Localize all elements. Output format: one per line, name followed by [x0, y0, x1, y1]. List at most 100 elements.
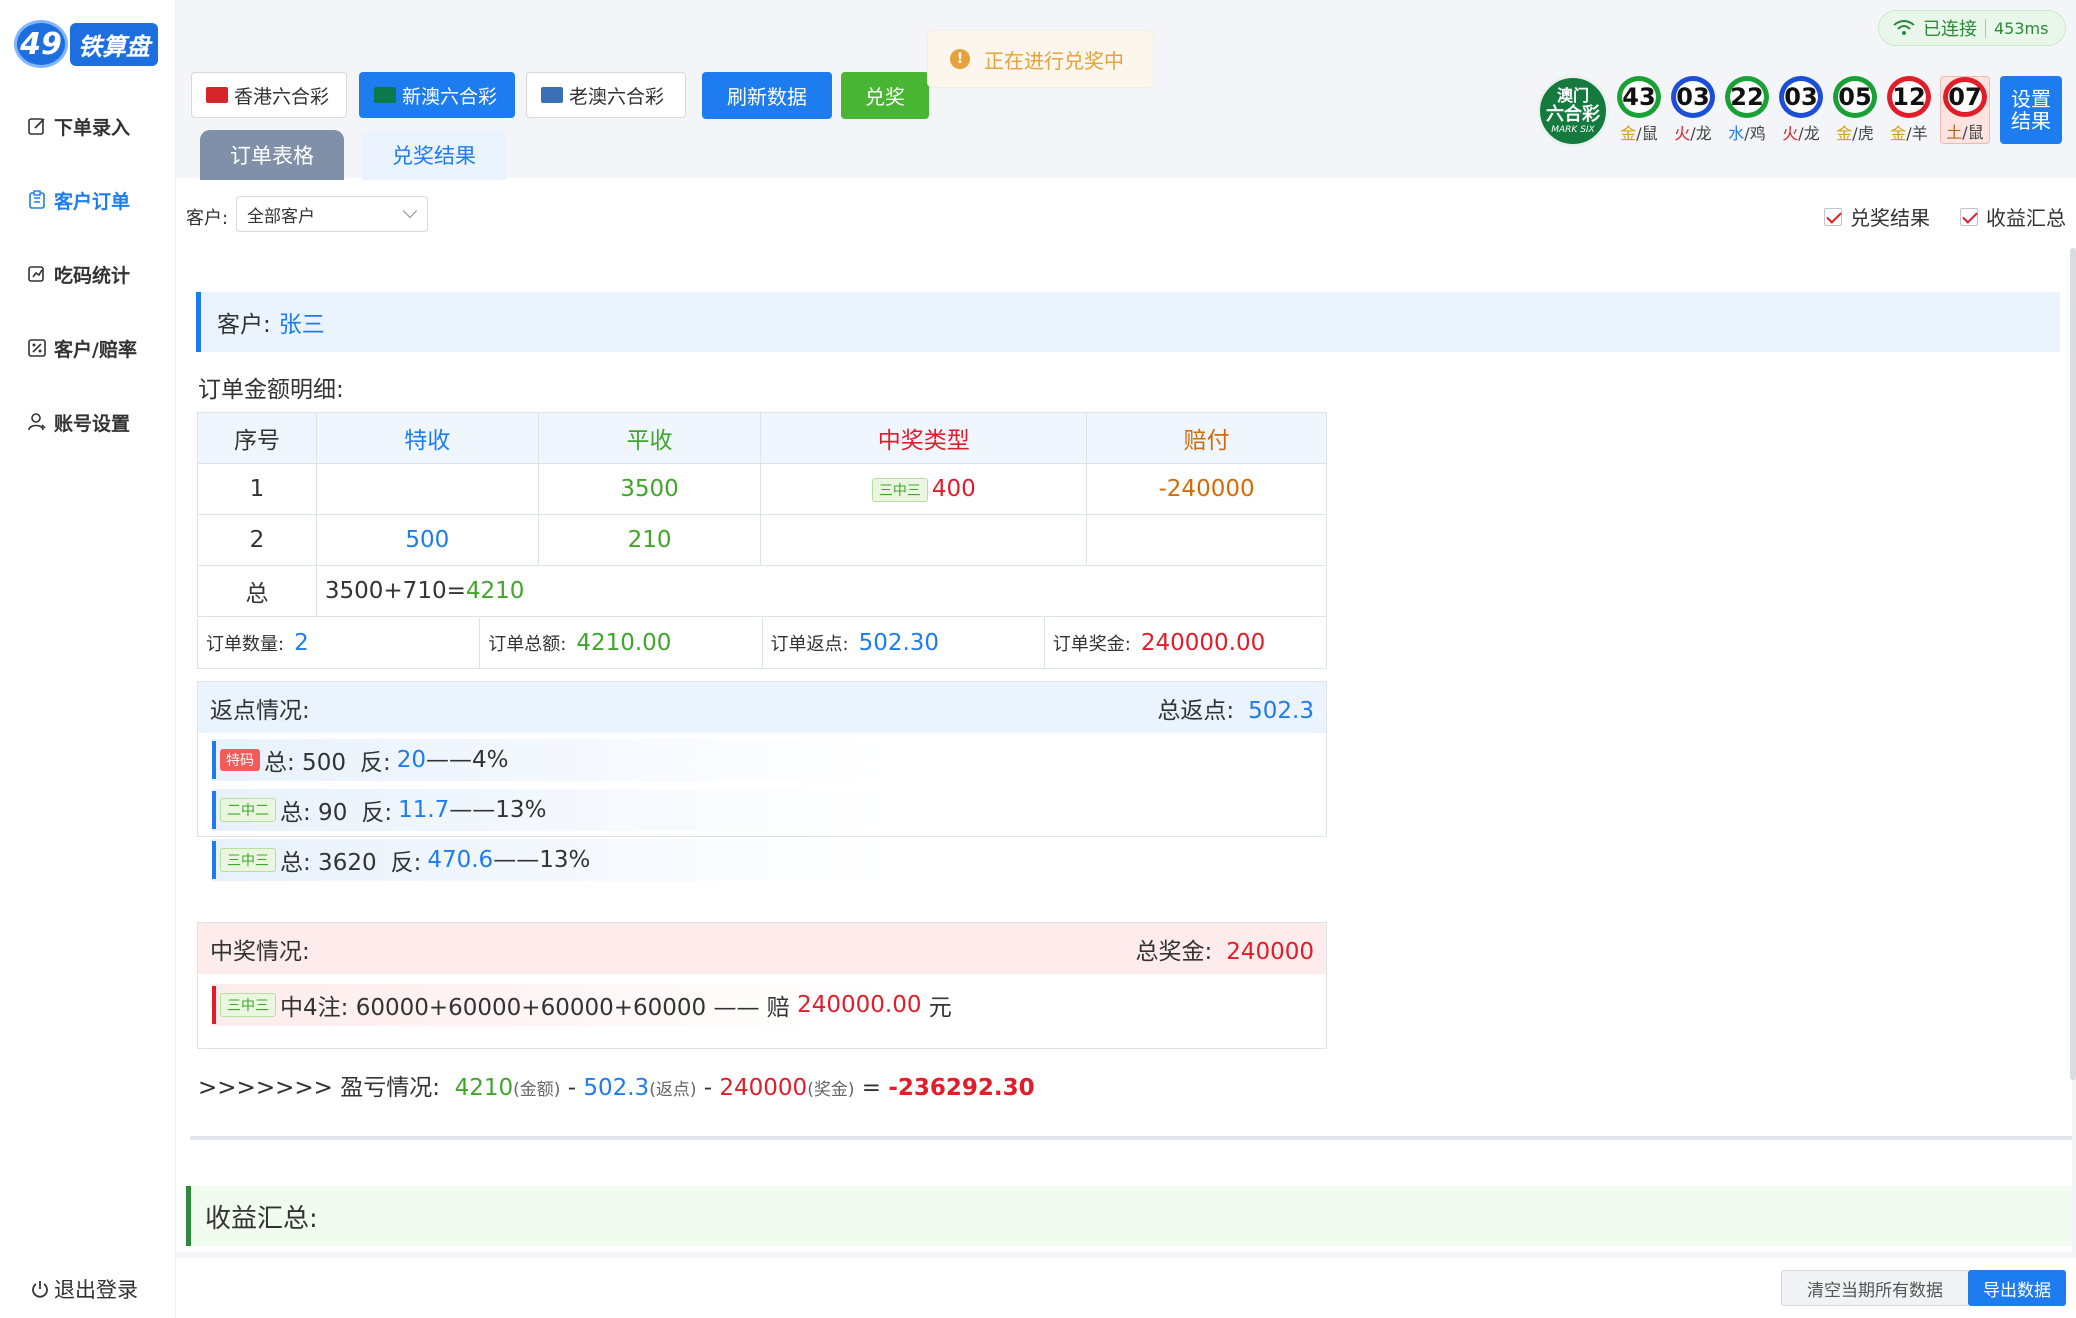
result-ball: 12 金/羊 — [1884, 76, 1934, 144]
ball-number: 43 — [1617, 76, 1661, 118]
result-ball: 03 火/龙 — [1776, 76, 1826, 144]
logout-button[interactable]: 退出登录 — [30, 1274, 138, 1304]
rebate-lines: 特码 总: 500 反: 20 ——4% 二中二 总: 90 反: 11.7 ——13% 三中三 总:… — [198, 739, 1326, 881]
lottery-old-macau-label: 老澳六合彩 — [569, 85, 665, 108]
col-header-flat: 平收 — [537, 412, 762, 464]
sidebar-item-label: 客户订单 — [54, 190, 131, 213]
rebate-rev-label: 反: — [390, 850, 422, 876]
row-no: 1 — [197, 463, 317, 515]
profit-minus-1: - — [560, 1075, 584, 1101]
winning-title: 中奖情况: — [210, 938, 310, 965]
rebate-total-value: 502.3 — [1248, 697, 1314, 724]
rebate-panel-header: 返点情况: 总返点: 502.3 — [198, 682, 1326, 733]
macau-flag-icon — [374, 87, 396, 103]
sidebar-item-code-stats[interactable]: 吃码统计 — [26, 254, 130, 294]
vertical-scrollbar[interactable] — [2070, 248, 2076, 1080]
tab-order-table[interactable]: 订单表格 — [200, 130, 344, 180]
rebate-tag: 三中三 — [220, 848, 276, 872]
section-divider — [190, 1136, 2072, 1140]
mark-six-logo: 澳门 六合彩 MARK SIX — [1537, 75, 1609, 147]
ball-zodiac: 金/虎 — [1836, 120, 1873, 144]
rebate-tag: 二中二 — [220, 798, 276, 822]
logout-label: 退出登录 — [54, 1278, 138, 1302]
total-expression: 3500+710=4210 — [315, 565, 1328, 617]
profit-prefix: >>>>>>> 盈亏情况: — [198, 1075, 440, 1101]
tab-redeem-result[interactable]: 兑奖结果 — [362, 130, 506, 180]
toast-text: 正在进行兑奖中 — [984, 48, 1124, 73]
wifi-icon — [1893, 20, 1915, 36]
rebate-pct: ——4% — [426, 747, 509, 773]
lottery-hk-label: 香港六合彩 — [234, 85, 330, 108]
checkbox-checked-icon — [1960, 207, 1978, 226]
customer-name: 张三 — [278, 312, 325, 338]
lottery-old-macau-button[interactable]: 老澳六合彩 — [526, 72, 686, 118]
rebate-pct: ——13% — [493, 847, 591, 873]
winning-line-unit: 元 — [921, 995, 952, 1021]
customer-select-value: 全部客户 — [247, 206, 315, 227]
row-flat: 210 — [537, 514, 762, 566]
seal-line-3: MARK SIX — [1551, 125, 1595, 135]
ball-element: 土 — [1946, 123, 1963, 142]
lottery-new-macau-button[interactable]: 新澳六合彩 — [359, 72, 515, 118]
rebate-rev-label: 反: — [361, 800, 393, 826]
row-payout: -240000 — [1086, 463, 1327, 515]
rebate-total: 总返点: 502.3 — [1157, 691, 1314, 725]
chevron-down-icon — [402, 203, 418, 219]
customer-filter-label: 客户: — [186, 208, 229, 229]
ball-element: 金 — [1620, 124, 1637, 143]
rebate-rev-label: 反: — [359, 750, 391, 776]
rebate-rev-value: 20 — [396, 747, 426, 773]
table-header-row: 序号 特收 平收 中奖类型 赔付 — [197, 412, 1327, 464]
winning-total-value: 240000 — [1226, 938, 1314, 965]
refresh-data-button[interactable]: 刷新数据 — [702, 72, 832, 119]
main-content: 客户: 张三 订单金额明细: 序号 特收 平收 中奖类型 赔付 1 3500 三… — [176, 248, 2076, 1258]
summary-value: 4210.00 — [576, 630, 672, 656]
sidebar-item-customer-odds[interactable]: 客户/赔率 — [26, 328, 137, 368]
sidebar-item-account-settings[interactable]: 账号设置 — [26, 402, 130, 442]
set-result-label-1: 设置 — [2011, 87, 2051, 111]
power-icon — [30, 1279, 50, 1299]
sidebar: 49 铁算盘 下单录入 客户订单 吃码统计 客户/赔率 账号设置 退出登录 — [0, 0, 176, 1318]
result-ball: 22 水/鸡 — [1722, 76, 1772, 144]
set-result-label-2: 结果 — [2011, 109, 2051, 133]
sidebar-item-label: 客户/赔率 — [54, 338, 137, 361]
profit-bonus-note: (奖金) — [807, 1080, 855, 1100]
user-icon — [26, 411, 48, 433]
sidebar-item-customer-orders[interactable]: 客户订单 — [26, 180, 130, 220]
customer-select[interactable]: 全部客户 — [236, 196, 428, 232]
total-value: 4210 — [465, 578, 525, 604]
sidebar-item-label: 账号设置 — [54, 412, 131, 435]
ball-zodiac-name: /羊 — [1906, 124, 1928, 143]
sidebar-item-order-entry[interactable]: 下单录入 — [26, 106, 130, 146]
redeem-button[interactable]: 兑奖 — [841, 72, 929, 119]
rebate-title: 返点情况: — [210, 697, 310, 724]
ball-number: 03 — [1671, 76, 1715, 118]
lottery-hk-button[interactable]: 香港六合彩 — [191, 72, 347, 118]
row-payout — [1086, 514, 1327, 566]
ball-zodiac-name: /鸡 — [1744, 124, 1766, 143]
set-result-button[interactable]: 设置 结果 — [2000, 76, 2062, 144]
ball-zodiac: 土/鼠 — [1946, 119, 1983, 143]
ball-number: 05 — [1833, 76, 1877, 118]
income-summary-checkbox[interactable]: 收益汇总 — [1960, 202, 2066, 231]
rebate-line: 三中三 总: 3620 反: 470.6 ——13% — [212, 839, 1326, 881]
hk-flag-icon — [206, 87, 228, 103]
profit-amount: 4210 — [454, 1075, 514, 1101]
redeem-result-checkbox[interactable]: 兑奖结果 — [1824, 202, 1930, 231]
ball-number: 07 — [1943, 77, 1987, 117]
result-ball: 07 土/鼠 — [1940, 76, 1990, 144]
ball-number: 03 — [1779, 76, 1823, 118]
customer-header: 客户: 张三 — [196, 292, 2060, 352]
total-expr: 3500+710= — [324, 578, 466, 604]
col-header-special: 特收 — [315, 412, 539, 464]
summary-value: 502.30 — [858, 630, 940, 656]
clear-period-data-button[interactable]: 清空当期所有数据 — [1781, 1270, 1969, 1306]
export-data-button[interactable]: 导出数据 — [1968, 1270, 2066, 1306]
row-special: 500 — [315, 514, 539, 566]
table-row: 2 500 210 — [197, 514, 1327, 566]
col-header-no: 序号 — [197, 412, 317, 464]
rebate-pct: ——13% — [449, 797, 547, 823]
ball-zodiac-name: /虎 — [1852, 124, 1874, 143]
ball-number: 12 — [1887, 76, 1931, 118]
table-total-row: 总 3500+710=4210 — [197, 565, 1328, 617]
